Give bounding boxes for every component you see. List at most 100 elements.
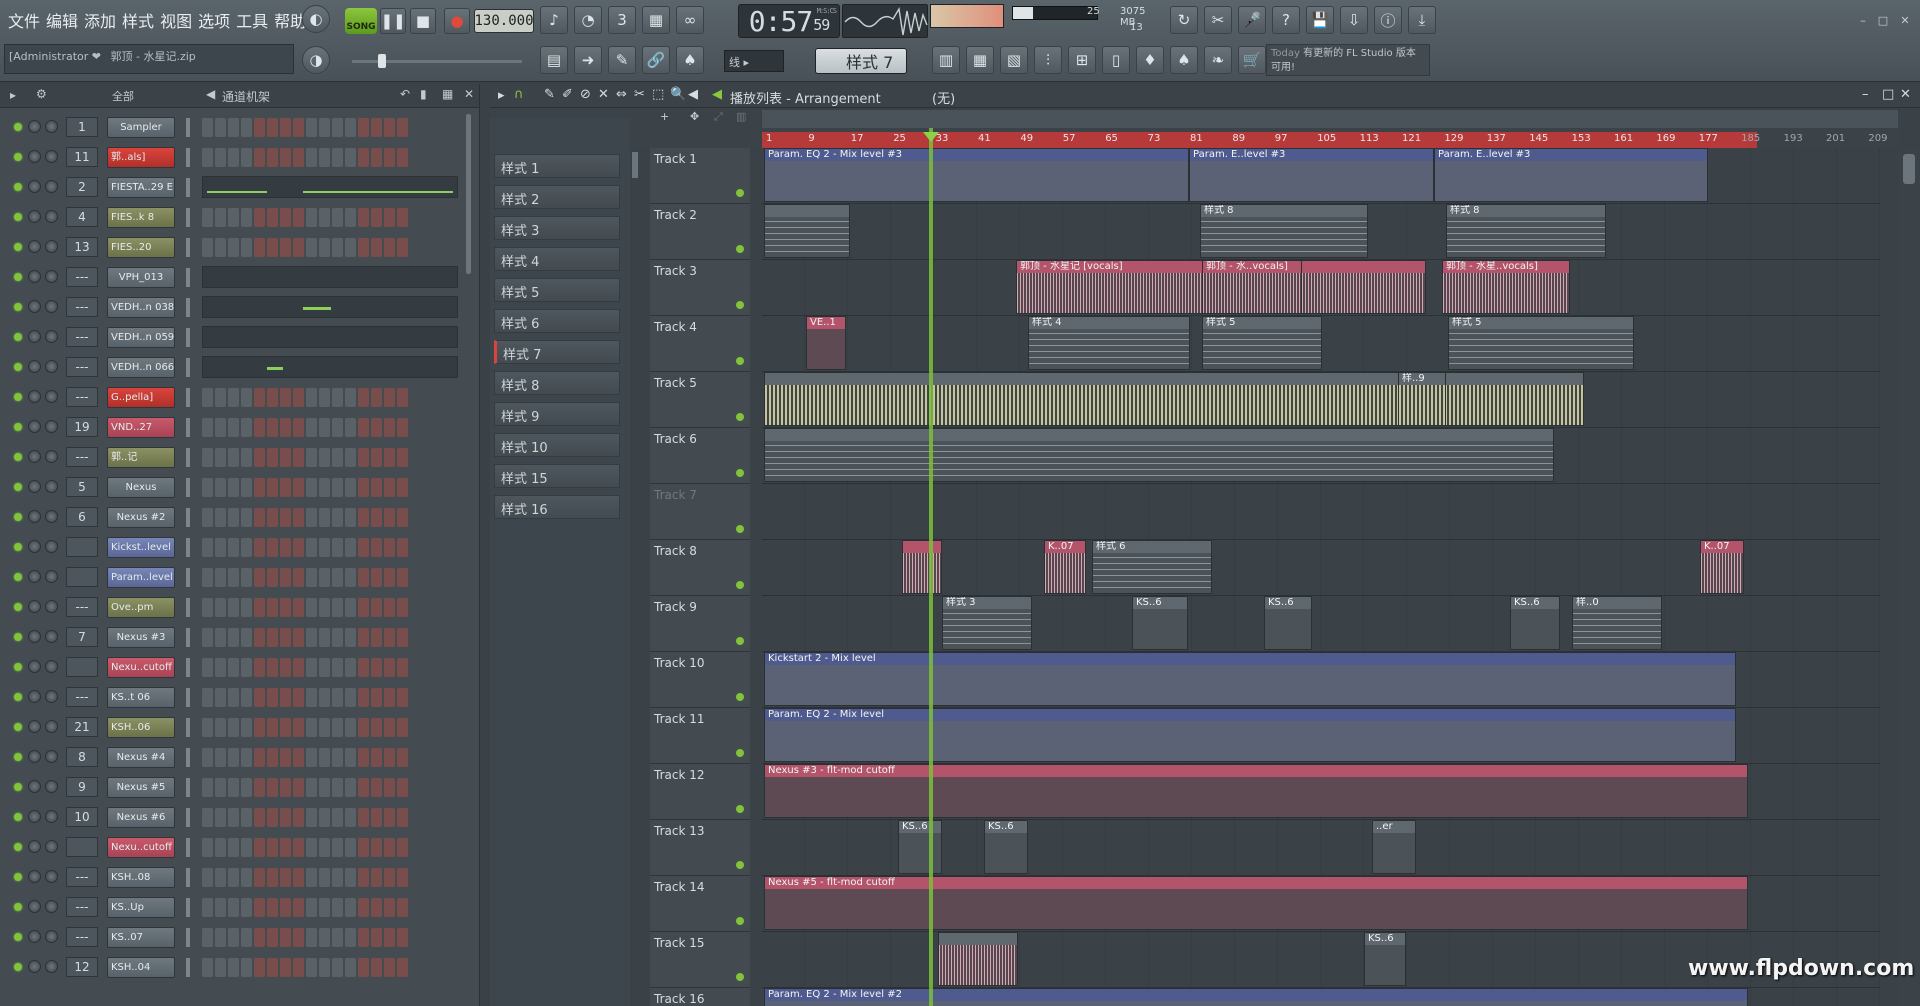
channel-row[interactable]: --- 郭..记 [0,444,470,470]
step-button[interactable] [384,958,395,977]
channel-mixer-track[interactable]: 7 [66,627,98,647]
channel-mute-led[interactable] [14,453,22,461]
sliders-icon[interactable]: ⫶ [1034,46,1062,74]
step-button[interactable] [228,628,239,647]
channel-row[interactable]: --- G..pella] [0,384,470,410]
step-button[interactable] [319,538,330,557]
step-button[interactable] [371,568,382,587]
step-button[interactable] [228,658,239,677]
channel-name-button[interactable]: Nexus [107,477,175,498]
magnet-icon[interactable]: ∩ [514,87,524,102]
step-button[interactable] [215,418,226,437]
step-button[interactable] [397,538,408,557]
track-header[interactable]: Track 6 [650,428,750,484]
step-button[interactable] [215,718,226,737]
channel-mixer-track[interactable]: 5 [66,477,98,497]
zoom-tool-icon[interactable]: 🔍 [670,87,686,102]
step-button[interactable] [293,718,304,737]
step-button[interactable] [267,598,278,617]
step-button[interactable] [202,478,213,497]
channel-row[interactable]: --- VEDH..n 059 [0,324,470,350]
step-button[interactable] [254,208,265,227]
ruler-loop-region[interactable] [762,132,1757,148]
step-button[interactable] [332,718,343,737]
step-button[interactable] [358,838,369,857]
channel-name-button[interactable]: VEDH..n 066 [107,357,175,378]
channel-volume-knob[interactable] [45,930,58,943]
channel-volume-knob[interactable] [45,720,58,733]
track-header[interactable]: Track 13 [650,820,750,876]
playlist-clip[interactable]: 样..0 [1572,596,1662,650]
channel-row[interactable]: 8 Nexus #4 [0,744,470,770]
track-header[interactable]: Track 11 [650,708,750,764]
channel-name-button[interactable]: VEDH..n 059 [107,327,175,348]
channel-select-bar[interactable] [186,358,190,377]
playlist-clip[interactable]: 样式 5 [1448,316,1634,370]
step-button[interactable] [397,958,408,977]
step-button[interactable] [254,778,265,797]
channel-row[interactable]: 19 VND..27 [0,414,470,440]
stop-button[interactable]: ■ [410,8,436,34]
track-mute-led[interactable] [736,637,744,645]
channel-row[interactable]: 21 KSH..06 [0,714,470,740]
channel-volume-knob[interactable] [45,390,58,403]
cut-icon[interactable]: ✂ [1204,6,1232,34]
track-mute-led[interactable] [736,805,744,813]
track-header[interactable]: Track 14 [650,876,750,932]
channel-select-bar[interactable] [186,628,190,647]
channel-mute-led[interactable] [14,573,22,581]
slice-tool-icon[interactable]: ✂ [634,87,645,102]
channel-select-bar[interactable] [186,478,190,497]
step-button[interactable] [332,628,343,647]
step-button[interactable] [306,508,317,527]
step-button[interactable] [228,568,239,587]
pattern-item[interactable]: 样式 2 [494,185,620,209]
step-button[interactable] [319,628,330,647]
rack-close-icon[interactable]: ✕ [464,87,474,101]
channel-name-button[interactable]: 郭..记 [107,447,175,468]
step-button[interactable] [306,538,317,557]
playlist-clip[interactable]: K..07 [1700,540,1744,594]
step-button[interactable] [293,748,304,767]
step-button[interactable] [332,238,343,257]
step-button[interactable] [384,208,395,227]
step-button[interactable] [371,838,382,857]
channel-volume-knob[interactable] [45,750,58,763]
step-button[interactable] [345,238,356,257]
playlist-clip[interactable] [938,932,1018,986]
channel-name-button[interactable]: FIES..k 8 [107,207,175,228]
track-header[interactable]: Track 15 [650,932,750,988]
step-button[interactable] [358,808,369,827]
channel-pan-knob[interactable] [28,900,41,913]
step-button[interactable] [215,538,226,557]
channel-name-button[interactable]: Nexus #5 [107,777,175,798]
step-button[interactable] [293,568,304,587]
playlist-clip[interactable] [764,372,1584,426]
step-button[interactable] [280,148,291,167]
step-button[interactable] [332,118,343,137]
step-button[interactable] [293,508,304,527]
step-button[interactable] [280,958,291,977]
step-button[interactable] [241,118,252,137]
step-button[interactable] [345,418,356,437]
step-button[interactable] [384,418,395,437]
step-button[interactable] [319,778,330,797]
playlist-vertical-scrollbar[interactable] [1898,148,1920,1006]
overview-strip[interactable] [762,110,1898,128]
step-button[interactable] [384,838,395,857]
channel-row[interactable]: --- KS..07 [0,924,470,950]
step-button[interactable] [306,928,317,947]
step-button[interactable] [215,838,226,857]
channel-mixer-track[interactable]: 1 [66,117,98,137]
channel-name-button[interactable]: VEDH..n 038 [107,297,175,318]
channel-mute-led[interactable] [14,273,22,281]
channel-mixer-track[interactable]: 11 [66,147,98,167]
step-button[interactable] [332,838,343,857]
step-button[interactable] [202,238,213,257]
channel-select-bar[interactable] [186,808,190,827]
channel-mute-led[interactable] [14,603,22,611]
step-button[interactable] [397,868,408,887]
step-button[interactable] [371,448,382,467]
channel-volume-knob[interactable] [45,480,58,493]
channel-name-button[interactable]: FIES..20 [107,237,175,258]
